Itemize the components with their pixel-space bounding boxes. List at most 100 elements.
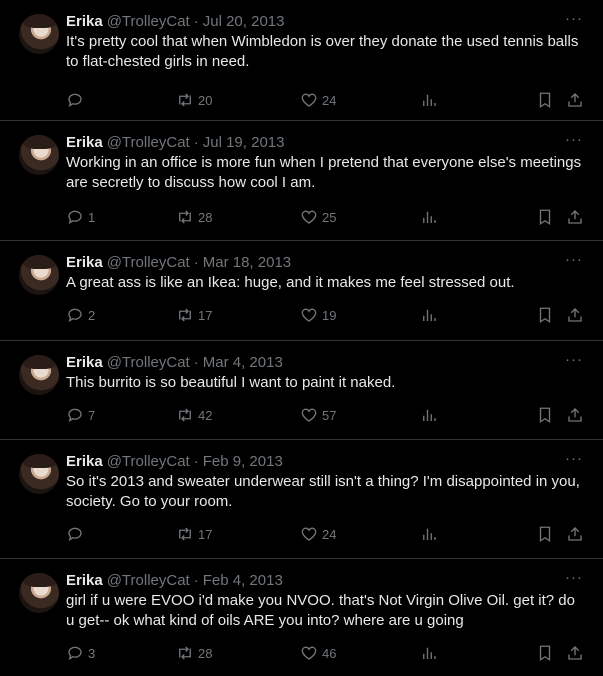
tweet-text: girl if u were EVOO i'd make you NVOO. t… bbox=[66, 592, 580, 629]
views-button[interactable] bbox=[420, 405, 438, 425]
more-options-icon[interactable]: ··· bbox=[565, 252, 583, 267]
display-name[interactable]: Erika bbox=[66, 133, 103, 153]
avatar[interactable] bbox=[19, 573, 59, 613]
retweet-count: 20 bbox=[198, 92, 213, 108]
tweet[interactable]: Erika @TrolleyCat · Feb 4, 2013 ··· girl… bbox=[0, 559, 603, 676]
like-count: 46 bbox=[322, 645, 337, 661]
display-name[interactable]: Erika bbox=[66, 253, 103, 273]
like-count: 25 bbox=[322, 209, 337, 225]
bookmark-button[interactable] bbox=[536, 405, 554, 425]
heart-icon bbox=[301, 210, 317, 224]
like-count: 19 bbox=[322, 307, 337, 323]
user-handle[interactable]: @TrolleyCat bbox=[107, 353, 190, 373]
heart-icon bbox=[301, 408, 317, 422]
retweet-count: 17 bbox=[198, 307, 213, 323]
reply-icon bbox=[68, 408, 82, 423]
more-options-icon[interactable]: ··· bbox=[565, 132, 583, 147]
tweet[interactable]: Erika @TrolleyCat · Jul 19, 2013 ··· Wor… bbox=[0, 121, 603, 241]
bookmark-button[interactable] bbox=[536, 207, 554, 227]
reply-icon bbox=[68, 210, 82, 225]
like-button[interactable]: 24 bbox=[300, 90, 336, 110]
views-button[interactable] bbox=[420, 643, 438, 663]
like-count: 24 bbox=[322, 92, 337, 108]
avatar[interactable] bbox=[19, 135, 59, 175]
avatar[interactable] bbox=[19, 454, 59, 494]
retweet-button[interactable]: 20 bbox=[176, 90, 212, 110]
views-button[interactable] bbox=[420, 305, 438, 325]
share-button[interactable] bbox=[566, 207, 584, 227]
retweet-icon bbox=[179, 408, 191, 422]
more-options-icon[interactable]: ··· bbox=[565, 352, 583, 367]
retweet-count: 28 bbox=[198, 645, 213, 661]
reply-button[interactable] bbox=[66, 90, 88, 110]
avatar[interactable] bbox=[19, 255, 59, 295]
tweet-date[interactable]: Jul 20, 2013 bbox=[203, 12, 285, 32]
tweet[interactable]: Erika @TrolleyCat · Feb 9, 2013 ··· So i… bbox=[0, 440, 603, 559]
reply-button[interactable]: 7 bbox=[66, 405, 95, 425]
share-icon bbox=[568, 527, 582, 541]
bookmark-button[interactable] bbox=[536, 90, 554, 110]
share-button[interactable] bbox=[566, 305, 584, 325]
tweet-actions: 20 24 bbox=[66, 90, 587, 110]
retweet-button[interactable]: 17 bbox=[176, 524, 212, 544]
retweet-count: 28 bbox=[198, 209, 213, 225]
user-handle[interactable]: @TrolleyCat bbox=[107, 571, 190, 591]
more-options-icon[interactable]: ··· bbox=[565, 11, 583, 26]
more-options-icon[interactable]: ··· bbox=[565, 570, 583, 585]
tweet-date[interactable]: Feb 4, 2013 bbox=[203, 571, 283, 591]
more-options-icon[interactable]: ··· bbox=[565, 451, 583, 466]
separator-dot: · bbox=[193, 572, 199, 589]
avatar[interactable] bbox=[19, 355, 59, 395]
tweet-date[interactable]: Mar 4, 2013 bbox=[203, 353, 283, 373]
tweet[interactable]: Erika @TrolleyCat · Mar 4, 2013 ··· This… bbox=[0, 341, 603, 440]
bookmark-button[interactable] bbox=[536, 643, 554, 663]
user-handle[interactable]: @TrolleyCat bbox=[107, 253, 190, 273]
reply-count: 1 bbox=[88, 209, 96, 225]
share-button[interactable] bbox=[566, 90, 584, 110]
heart-icon bbox=[301, 646, 317, 660]
bookmark-button[interactable] bbox=[536, 524, 554, 544]
display-name[interactable]: Erika bbox=[66, 12, 103, 32]
like-button[interactable]: 19 bbox=[300, 305, 336, 325]
user-handle[interactable]: @TrolleyCat bbox=[107, 452, 190, 472]
reply-icon bbox=[68, 308, 82, 323]
tweet-header: Erika @TrolleyCat · Mar 18, 2013 bbox=[66, 253, 587, 273]
bookmark-icon bbox=[539, 526, 551, 543]
retweet-button[interactable]: 42 bbox=[176, 405, 212, 425]
tweet-date[interactable]: Feb 9, 2013 bbox=[203, 452, 283, 472]
tweet-actions: 7 42 57 bbox=[66, 405, 587, 425]
reply-button[interactable]: 1 bbox=[66, 207, 95, 227]
separator-dot: · bbox=[193, 453, 199, 470]
display-name[interactable]: Erika bbox=[66, 452, 103, 472]
share-button[interactable] bbox=[566, 643, 584, 663]
like-button[interactable]: 57 bbox=[300, 405, 336, 425]
like-button[interactable]: 24 bbox=[300, 524, 336, 544]
tweet[interactable]: Erika @TrolleyCat · Jul 20, 2013 ··· It'… bbox=[0, 0, 603, 121]
tweet[interactable]: Erika @TrolleyCat · Mar 18, 2013 ··· A g… bbox=[0, 241, 603, 341]
reply-count: 2 bbox=[88, 307, 96, 323]
reply-icon bbox=[68, 527, 82, 542]
like-button[interactable]: 46 bbox=[300, 643, 336, 663]
user-handle[interactable]: @TrolleyCat bbox=[107, 133, 190, 153]
retweet-button[interactable]: 28 bbox=[176, 207, 212, 227]
reply-button[interactable]: 2 bbox=[66, 305, 95, 325]
views-button[interactable] bbox=[420, 207, 438, 227]
share-button[interactable] bbox=[566, 405, 584, 425]
views-button[interactable] bbox=[420, 524, 438, 544]
bookmark-button[interactable] bbox=[536, 305, 554, 325]
display-name[interactable]: Erika bbox=[66, 353, 103, 373]
tweet-date[interactable]: Mar 18, 2013 bbox=[203, 253, 291, 273]
display-name[interactable]: Erika bbox=[66, 571, 103, 591]
views-button[interactable] bbox=[420, 90, 438, 110]
retweet-button[interactable]: 28 bbox=[176, 643, 212, 663]
user-handle[interactable]: @TrolleyCat bbox=[107, 12, 190, 32]
share-button[interactable] bbox=[566, 524, 584, 544]
reply-button[interactable]: 3 bbox=[66, 643, 95, 663]
avatar[interactable] bbox=[19, 14, 59, 54]
tweet-text: So it's 2013 and sweater underwear still… bbox=[66, 473, 585, 510]
retweet-button[interactable]: 17 bbox=[176, 305, 212, 325]
tweet-date[interactable]: Jul 19, 2013 bbox=[203, 133, 285, 153]
views-icon bbox=[423, 409, 436, 421]
like-button[interactable]: 25 bbox=[300, 207, 336, 227]
reply-button[interactable] bbox=[66, 524, 88, 544]
